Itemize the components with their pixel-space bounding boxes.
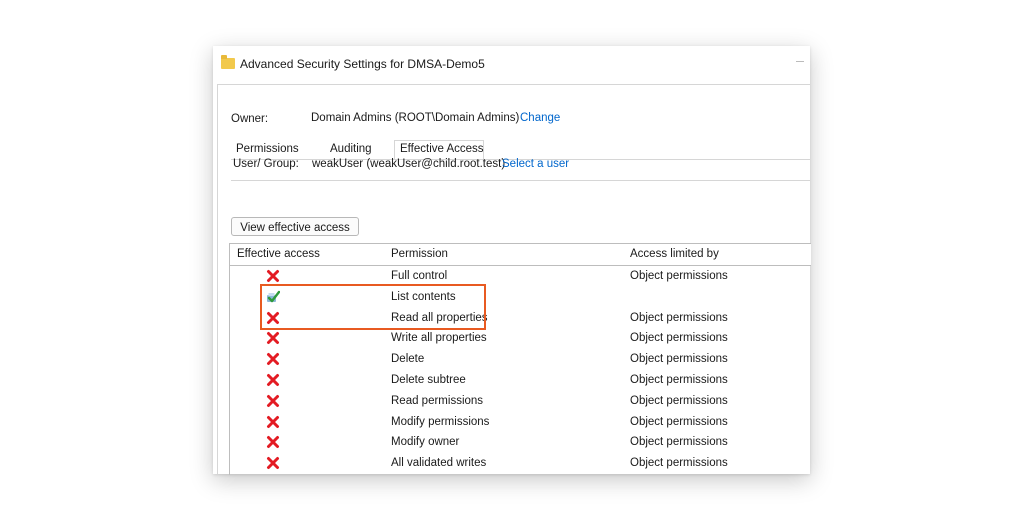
permission-name: Write all properties (391, 332, 487, 345)
green-check-icon (266, 290, 281, 304)
folder-icon (221, 55, 235, 69)
header-effective-access[interactable]: Effective access (237, 248, 320, 260)
owner-value: Domain Admins (ROOT\Domain Admins) (311, 112, 520, 124)
minimize-icon[interactable] (796, 61, 804, 62)
table-row[interactable]: Delete Object permissions (230, 349, 811, 370)
view-effective-access-button[interactable]: View effective access (231, 217, 359, 236)
table-header: Effective access Permission Access limit… (230, 244, 811, 266)
permission-name: All validated writes (391, 457, 487, 470)
red-x-icon (266, 352, 280, 366)
red-x-icon (266, 435, 280, 449)
red-x-icon (266, 394, 280, 408)
table-row[interactable]: Delete subtree Object permissions (230, 370, 811, 391)
permission-name: Delete subtree (391, 374, 466, 386)
red-x-icon (266, 331, 280, 345)
red-x-icon (266, 373, 280, 387)
table-row[interactable]: Modify permissions Object permissions (230, 412, 811, 433)
section-divider (231, 180, 810, 181)
access-limited-by: Object permissions (630, 415, 728, 428)
red-x-icon (266, 269, 280, 283)
permission-name: Delete (391, 353, 425, 366)
access-limited-by: Object permissions (630, 374, 728, 386)
owner-label: Owner: (231, 113, 269, 125)
access-limited-by: Object permissions (630, 353, 728, 366)
access-limited-by: Object permissions (630, 311, 728, 324)
permission-name: List contents (391, 290, 456, 303)
table-row[interactable]: Modify owner Object permissions (230, 432, 811, 453)
access-limited-by: Object permissions (630, 332, 728, 345)
table-row[interactable]: List contents (230, 287, 811, 308)
header-permission[interactable]: Permission (391, 248, 448, 260)
effective-access-table: Effective access Permission Access limit… (229, 243, 811, 475)
red-x-icon (266, 311, 280, 325)
tab-effective-access[interactable]: Effective Access (400, 143, 484, 155)
table-row[interactable]: Read all properties Object permissions (230, 308, 811, 329)
access-limited-by: Object permissions (630, 457, 728, 470)
permission-name: Read all properties (391, 311, 488, 324)
permission-name: Full control (391, 270, 448, 282)
table-row[interactable]: Full control Object permissions (230, 266, 811, 287)
user-group-value: weakUser (weakUser@child.root.test) (312, 158, 506, 170)
table-row[interactable]: Write all properties Object permissions (230, 328, 811, 349)
window-title: Advanced Security Settings for DMSA-Demo… (240, 57, 485, 71)
header-access-limited-by[interactable]: Access limited by (630, 248, 719, 260)
user-group-label: User/ Group: (233, 158, 299, 170)
permission-name: Read permissions (391, 394, 484, 407)
red-x-icon (266, 456, 280, 470)
table-row[interactable]: Read permissions Object permissions (230, 391, 811, 412)
table-row[interactable]: All validated writes Object permissions (230, 453, 811, 474)
access-limited-by: Object permissions (630, 436, 728, 449)
access-limited-by: Object permissions (630, 270, 728, 282)
access-limited-by: Object permissions (630, 394, 728, 407)
permission-name: Modify owner (391, 436, 460, 449)
tab-permissions[interactable]: Permissions (236, 143, 299, 155)
change-owner-link[interactable]: Change (520, 112, 560, 124)
title-bar: Advanced Security Settings for DMSA-Demo… (213, 46, 810, 84)
red-x-icon (266, 415, 280, 429)
tab-auditing[interactable]: Auditing (330, 143, 372, 155)
select-user-link[interactable]: Select a user (502, 158, 569, 170)
permission-name: Modify permissions (391, 415, 490, 428)
